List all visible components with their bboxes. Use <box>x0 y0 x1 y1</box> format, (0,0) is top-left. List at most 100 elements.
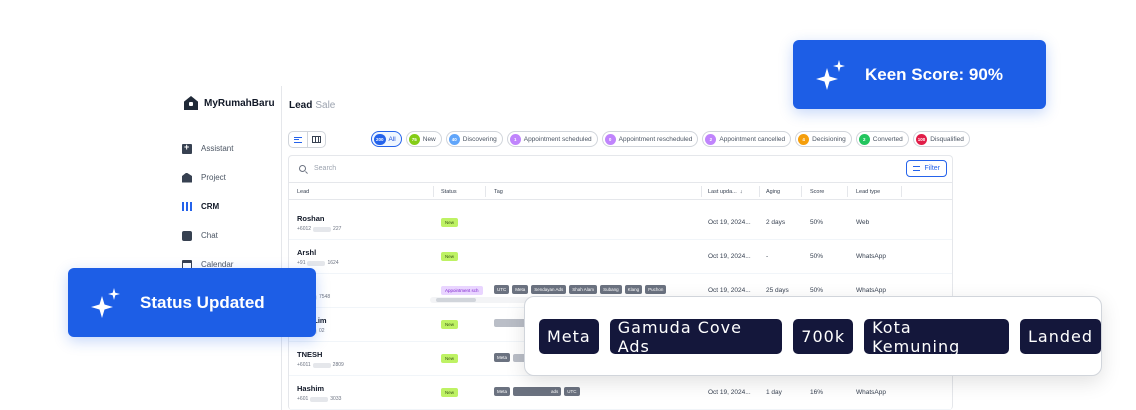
board-view-button[interactable] <box>307 132 325 147</box>
status-cell[interactable]: Appointment sch <box>441 286 483 295</box>
filter-chip[interactable]: 200 All <box>371 131 402 147</box>
filter-button-label: Filter <box>924 165 940 172</box>
tags-row: Meta Gamuda Cove Ads 700k Kota Kemuning Land… <box>539 318 1101 356</box>
column-header-score[interactable]: Score <box>810 189 824 195</box>
phone-suffix: 227 <box>333 226 342 232</box>
phone-prefix: +6011 <box>297 362 311 368</box>
filter-count-badge: 2 <box>705 133 717 145</box>
filter-chip[interactable]: 40 Discovering <box>445 131 503 147</box>
tag: Meta <box>494 387 511 396</box>
column-header-last-update-label: Last upda... <box>708 189 737 195</box>
status-badge: New <box>441 388 459 397</box>
board-view-icon <box>312 136 321 143</box>
filter-label: Converted <box>872 135 903 143</box>
lead-name[interactable]: Roshan <box>297 214 341 223</box>
filter-chip[interactable]: 4 Decisioning <box>795 131 852 147</box>
house-logo-icon <box>184 96 198 110</box>
filter-chip[interactable]: 2 Converted <box>855 131 909 147</box>
filter-label: Decisioning <box>812 135 846 143</box>
tag: Meta <box>494 353 511 362</box>
sidebar-item-assistant[interactable]: Assistant <box>182 134 233 163</box>
filter-button[interactable]: Filter <box>906 160 947 177</box>
column-header-last-update[interactable]: Last upda... ↓ <box>708 189 743 195</box>
status-cell[interactable]: New <box>441 252 459 261</box>
filter-label: Discovering <box>462 135 497 143</box>
tag-chip[interactable]: 700k <box>793 319 854 354</box>
aging-cell: 25 days <box>766 287 789 294</box>
chat-icon <box>182 230 192 241</box>
filter-count-badge: 100 <box>915 133 928 145</box>
tag: Puchon <box>645 285 667 294</box>
tag: UTC <box>494 285 510 294</box>
status-cell[interactable]: New <box>441 320 459 329</box>
phone-prefix: +601 <box>297 396 309 402</box>
table-row[interactable]: Hashim +601 3033 New Meta ads UTC Oct 19, 2024.… <box>289 376 952 410</box>
lead-name[interactable]: Arshl <box>297 248 339 257</box>
lead-type-cell: WhatsApp <box>856 253 886 260</box>
filter-count-badge: 4 <box>798 133 810 145</box>
app-logo[interactable]: MyRumahBaru <box>184 96 275 110</box>
column-header-tag[interactable]: Tag <box>494 189 503 195</box>
crm-icon <box>182 201 192 212</box>
tag-cell[interactable]: UTC Meta Sendayan Ads Shah Alam Subang Klang P… <box>494 285 700 294</box>
column-header-status[interactable]: Status <box>441 189 457 195</box>
column-header-lead-type[interactable]: Lead type <box>856 189 880 195</box>
table-row[interactable]: Arshl +91 1624 New Oct 19, 2024... - 50% WhatsA… <box>289 240 952 274</box>
search-input[interactable]: Search <box>314 165 336 172</box>
lead-cell: Roshan +6012 227 <box>297 214 341 232</box>
app-name: MyRumahBaru <box>204 97 275 109</box>
sidebar-item-chat[interactable]: Chat <box>182 221 233 250</box>
lead-phone: +6011 2809 <box>297 362 344 368</box>
filter-count-badge: 40 <box>448 133 460 145</box>
aging-cell: 2 days <box>766 219 786 226</box>
phone-suffix: 7548 <box>319 294 331 300</box>
page-title-sub: Sale <box>315 100 336 111</box>
tag-chip[interactable]: Landed <box>1019 319 1101 354</box>
lead-type-cell: Web <box>856 219 870 226</box>
status-filter-bar: 200 All 75 New 40 Discovering 1 Appointment sch… <box>371 131 970 147</box>
sidebar-item-label: CRM <box>201 202 220 211</box>
table-row[interactable]: Roshan +6012 227 New Oct 19, 2024... 2 days 50… <box>289 206 952 240</box>
filter-chip[interactable]: 1 Appointment scheduled <box>506 131 598 147</box>
sidebar-item-crm[interactable]: CRM <box>182 192 233 221</box>
status-badge: New <box>441 252 459 261</box>
sidebar-nav: Assistant Project CRM Chat Calendar <box>182 134 233 279</box>
lead-name[interactable]: Hashim <box>297 384 341 393</box>
tag-chip[interactable]: Gamuda Cove Ads <box>609 318 783 356</box>
phone-prefix: +91 <box>297 260 306 266</box>
lead-type-cell: WhatsApp <box>856 287 886 294</box>
filter-chip[interactable]: 0 Appointment rescheduled <box>601 131 699 147</box>
sparkle-icon <box>815 59 847 91</box>
tag: Klang <box>624 285 643 294</box>
filter-chip[interactable]: 75 New <box>405 131 442 147</box>
view-toggle <box>288 131 326 148</box>
tag-cell[interactable]: Meta ads UTC <box>494 387 700 396</box>
filter-chip[interactable]: 100 Disqualified <box>912 131 970 147</box>
list-view-button[interactable] <box>289 132 307 147</box>
status-badge: Appointment sch <box>441 286 483 295</box>
lead-name[interactable]: TNESH <box>297 350 344 359</box>
phone-suffix: 02 <box>319 328 325 334</box>
assistant-icon <box>182 142 192 154</box>
tag-chip[interactable]: Kota Kemuning <box>864 318 1009 356</box>
tag-chip[interactable]: Meta <box>539 319 599 354</box>
status-cell[interactable]: New <box>441 218 459 227</box>
column-header-aging[interactable]: Aging <box>766 189 780 195</box>
filter-label: Appointment rescheduled <box>618 135 693 143</box>
sidebar: MyRumahBaru Assistant Project CRM Chat C… <box>170 86 282 410</box>
lead-phone: +601 3033 <box>297 396 341 402</box>
filter-icon <box>913 166 921 171</box>
filter-chip[interactable]: 2 Appointment cancelled <box>702 131 792 147</box>
filter-label: New <box>422 135 436 143</box>
sidebar-item-project[interactable]: Project <box>182 163 233 192</box>
filter-label: Appointment scheduled <box>523 135 592 143</box>
status-cell[interactable]: New <box>441 388 459 397</box>
status-cell[interactable]: New <box>441 354 459 363</box>
lead-type-cell: WhatsApp <box>856 389 886 396</box>
sparkle-icon <box>90 287 122 319</box>
search-box[interactable]: Search <box>299 165 336 172</box>
lead-cell: Arshl +91 1624 <box>297 248 339 266</box>
column-header-lead[interactable]: Lead <box>297 189 309 195</box>
filter-count-badge: 1 <box>509 133 521 145</box>
tag: ads <box>513 387 562 396</box>
